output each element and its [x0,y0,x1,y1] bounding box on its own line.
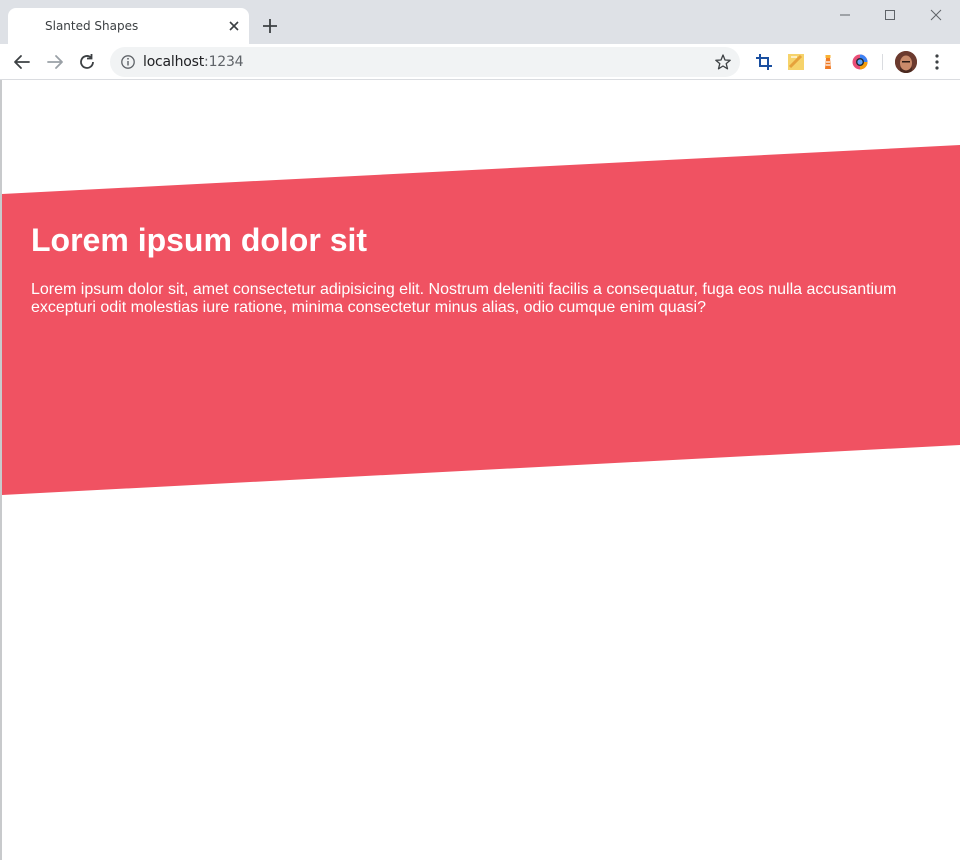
banner-content: Lorem ipsum dolor sit Lorem ipsum dolor … [31,221,931,317]
tab-title: Slanted Shapes [45,19,139,33]
lighthouse-extension-icon[interactable] [819,53,837,71]
browser-toolbar: localhost:1234 [0,44,960,80]
vertical-dots-icon[interactable] [929,53,945,71]
avatar[interactable] [895,51,917,73]
notes-extension-icon[interactable] [787,53,805,71]
address-bar[interactable]: localhost:1234 [110,47,740,77]
forward-arrow-icon[interactable] [44,51,66,73]
color-picker-extension-icon[interactable] [851,53,869,71]
slanted-banner [2,145,960,495]
tab-active[interactable]: Slanted Shapes [8,8,249,44]
url-host: localhost [143,54,205,70]
banner-paragraph: Lorem ipsum dolor sit, amet consectetur … [31,281,897,316]
tab-bar: Slanted Shapes [0,0,960,44]
page-viewport: Lorem ipsum dolor sit Lorem ipsum dolor … [2,81,960,860]
page-title: Lorem ipsum dolor sit [31,222,368,258]
window-close-icon[interactable] [926,6,946,24]
close-icon[interactable] [226,18,242,34]
info-icon[interactable] [120,54,136,70]
reload-icon[interactable] [76,51,98,73]
profile-photo-icon [895,51,917,73]
star-icon[interactable] [714,53,732,71]
plus-icon[interactable] [259,15,281,37]
url-port: :1234 [204,54,244,70]
back-arrow-icon[interactable] [11,51,33,73]
url-text: localhost:1234 [143,54,244,70]
maximize-icon[interactable] [880,6,900,24]
minimize-icon[interactable] [835,6,855,24]
toolbar-separator [882,54,883,70]
crop-extension-icon[interactable] [755,53,773,71]
